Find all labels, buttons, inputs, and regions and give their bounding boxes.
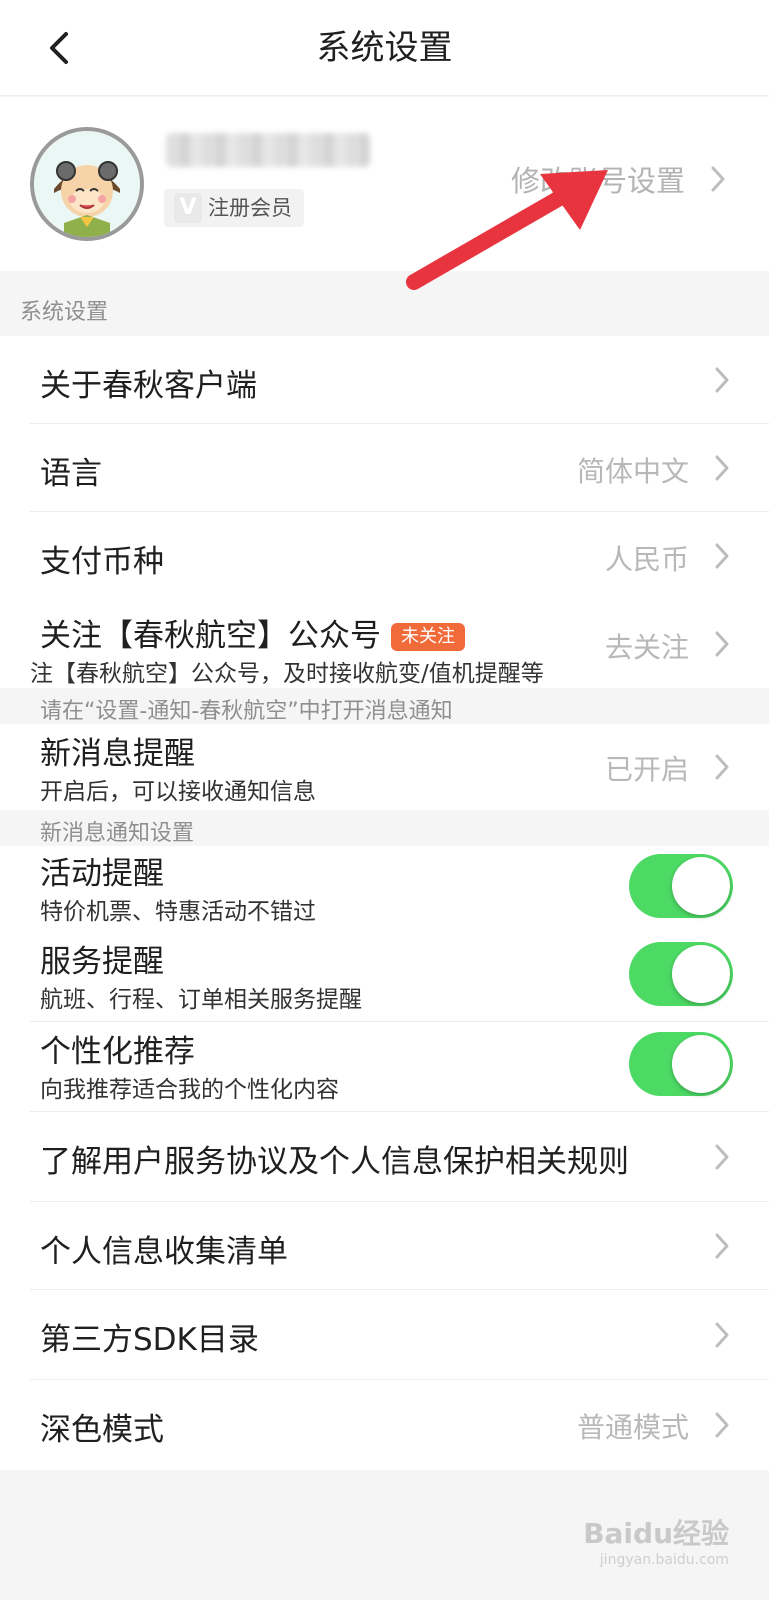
row-title: 支付币种 <box>40 544 164 580</box>
row-title: 语言 <box>40 456 102 492</box>
row-follow-official-account[interactable]: 关注【春秋航空】公众号 未关注 注【春秋航空】公众号，及时接收航变/值机提醒等 去… <box>0 600 769 688</box>
toggle-knob <box>672 945 730 1003</box>
row-title: 关于春秋客户端 <box>40 368 257 404</box>
edit-account-link[interactable]: 修改账号设置 <box>511 159 727 199</box>
row-service-reminder: 服务提醒 航班、行程、订单相关服务提醒 <box>0 934 769 1022</box>
toggle-knob <box>672 857 730 915</box>
row-personalized: 个性化推荐 向我推荐适合我的个性化内容 <box>0 1022 769 1112</box>
row-subtitle: 向我推荐适合我的个性化内容 <box>40 1077 339 1103</box>
row-title: 新消息提醒 <box>40 736 195 772</box>
chevron-right-icon <box>713 365 731 395</box>
row-title: 第三方SDK目录 <box>40 1322 259 1358</box>
status-badge: 未关注 <box>391 623 465 651</box>
member-badge: V 注册会员 <box>164 189 304 227</box>
row-subtitle: 特价机票、特惠活动不错过 <box>40 899 316 925</box>
row-subtitle: 航班、行程、订单相关服务提醒 <box>40 987 362 1013</box>
row-subtitle: 注【春秋航空】公众号，及时接收航变/值机提醒等 <box>30 661 544 687</box>
section-header-notify: 新消息通知设置 <box>0 810 769 846</box>
row-currency[interactable]: 支付币种 人民币 <box>0 512 769 600</box>
toggle-knob <box>672 1035 730 1093</box>
page-title: 系统设置 <box>316 28 453 68</box>
row-title: 服务提醒 <box>40 944 164 980</box>
chevron-right-icon <box>713 1142 731 1172</box>
row-dark-mode[interactable]: 深色模式 普通模式 <box>0 1380 769 1470</box>
chevron-right-icon <box>713 752 731 782</box>
row-title-text: 关注【春秋航空】公众号 <box>40 618 381 654</box>
row-title: 活动提醒 <box>40 856 164 892</box>
account-card[interactable]: V 注册会员 修改账号设置 <box>0 97 769 271</box>
service-reminder-toggle[interactable] <box>629 942 733 1006</box>
activity-reminder-toggle[interactable] <box>629 854 733 918</box>
watermark-text: Baidu经验 <box>583 1517 729 1550</box>
chevron-right-icon <box>713 629 731 659</box>
chevron-right-icon <box>713 1231 731 1261</box>
avatar[interactable] <box>30 127 144 241</box>
row-subtitle: 开启后，可以接收通知信息 <box>40 779 316 805</box>
chevron-right-icon <box>713 541 731 571</box>
row-new-message[interactable]: 新消息提醒 开启后，可以接收通知信息 已开启 <box>0 724 769 810</box>
watermark-domain: jingyan.baidu.com <box>599 1552 729 1568</box>
chevron-right-icon <box>711 166 725 192</box>
nav-bar: 系统设置 <box>0 0 769 96</box>
personalized-toggle[interactable] <box>629 1032 733 1096</box>
monkey-avatar-icon <box>34 131 140 237</box>
member-level-icon: V <box>174 193 202 223</box>
section-header-system: 系统设置 <box>0 272 769 336</box>
row-title: 个性化推荐 <box>40 1034 195 1070</box>
row-title: 关注【春秋航空】公众号 未关注 <box>40 610 465 655</box>
section-header-hint: 请在“设置-通知-春秋航空”中打开消息通知 <box>0 688 769 724</box>
edit-account-label: 修改账号设置 <box>510 164 685 198</box>
member-label: 注册会员 <box>208 196 292 220</box>
row-agreement[interactable]: 了解用户服务协议及个人信息保护相关规则 <box>0 1112 769 1202</box>
row-language[interactable]: 语言 简体中文 <box>0 424 769 512</box>
row-value: 已开启 <box>604 753 689 786</box>
row-info-collection[interactable]: 个人信息收集清单 <box>0 1202 769 1290</box>
row-title: 个人信息收集清单 <box>40 1234 288 1270</box>
section-title: 新消息通知设置 <box>40 821 195 846</box>
row-value: 简体中文 <box>576 455 689 488</box>
chevron-right-icon <box>713 453 731 483</box>
section-title: 请在“设置-通知-春秋航空”中打开消息通知 <box>40 699 453 724</box>
masked-username <box>166 133 370 167</box>
row-value: 人民币 <box>604 543 689 576</box>
section-title: 系统设置 <box>20 300 109 325</box>
chevron-right-icon <box>713 1410 731 1440</box>
row-about[interactable]: 关于春秋客户端 <box>0 336 769 424</box>
watermark-logo: Baidu经验 jingyan.baidu.com <box>583 1512 729 1568</box>
row-value: 普通模式 <box>576 1411 689 1444</box>
row-activity-reminder: 活动提醒 特价机票、特惠活动不错过 <box>0 846 769 934</box>
row-sdk-directory[interactable]: 第三方SDK目录 <box>0 1290 769 1380</box>
row-value: 去关注 <box>604 631 689 664</box>
chevron-right-icon <box>713 1320 731 1350</box>
row-title: 了解用户服务协议及个人信息保护相关规则 <box>40 1144 629 1180</box>
row-title: 深色模式 <box>40 1412 164 1448</box>
